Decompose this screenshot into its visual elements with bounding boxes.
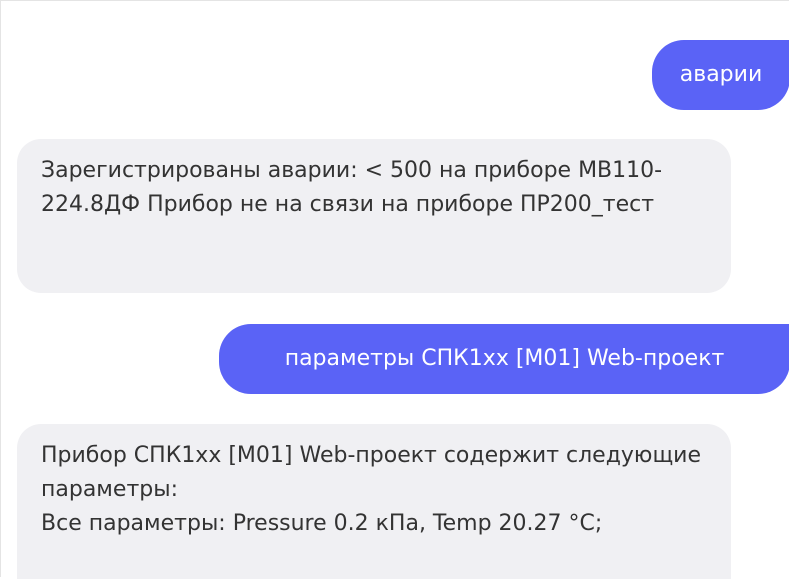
- user-message: параметры СПК1xx [M01] Web-проект: [219, 324, 789, 394]
- user-message: аварии: [652, 40, 789, 110]
- message-list[interactable]: аварии Зарегистрированы аварии: < 500 на…: [1, 1, 789, 579]
- chat-window: аварии Зарегистрированы аварии: < 500 на…: [0, 0, 789, 579]
- bot-message: Прибор СПК1xx [M01] Web-проект содержит …: [17, 424, 731, 579]
- bot-message: Зарегистрированы аварии: < 500 на прибор…: [17, 139, 731, 293]
